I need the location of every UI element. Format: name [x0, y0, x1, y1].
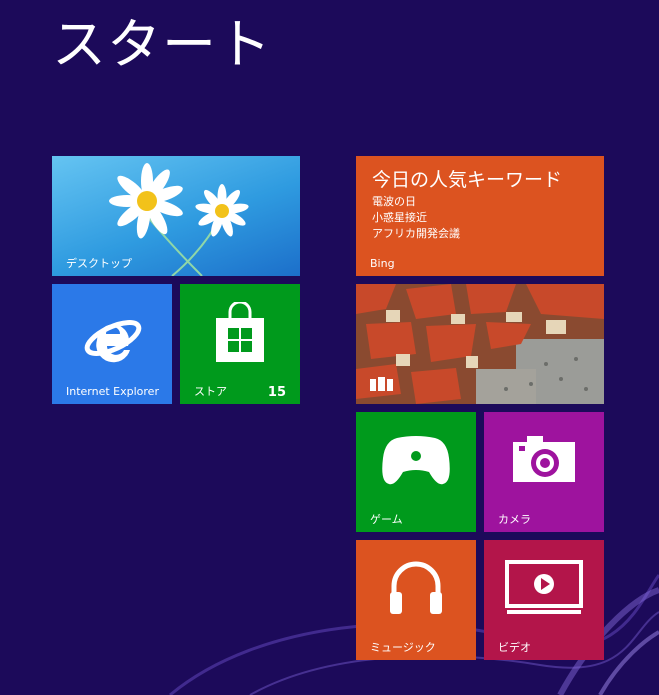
video-player-icon	[505, 560, 583, 614]
bing-keyword: 電波の日	[372, 195, 416, 208]
internet-explorer-tile[interactable]: Internet Explorer	[52, 284, 172, 404]
bing-tile[interactable]: 今日の人気キーワード 電波の日 小惑星接近 アフリカ開発会議 Bing	[356, 156, 604, 276]
camera-tile[interactable]: カメラ	[484, 412, 604, 532]
store-tile[interactable]: ストア 15	[180, 284, 300, 404]
music-tile[interactable]: ミュージック	[356, 540, 476, 660]
bing-keyword: アフリカ開発会議	[372, 227, 460, 240]
video-tile[interactable]: ビデオ	[484, 540, 604, 660]
music-tile-label: ミュージック	[370, 641, 436, 654]
store-bag-icon	[216, 302, 264, 362]
camera-tile-label: カメラ	[498, 513, 531, 526]
bing-tile-label: Bing	[370, 257, 395, 270]
start-screen-title: スタート	[52, 13, 272, 76]
bing-keyword: 小惑星接近	[372, 211, 427, 224]
internet-explorer-icon	[84, 320, 142, 363]
games-tile-label: ゲーム	[370, 513, 403, 526]
store-tile-label: ストア	[194, 385, 227, 398]
desktop-tile-label: デスクトップ	[66, 257, 132, 270]
internet-explorer-label: Internet Explorer	[66, 385, 159, 398]
store-update-badge: 15	[267, 385, 286, 400]
camera-icon	[513, 436, 575, 482]
photos-tile[interactable]	[356, 284, 604, 404]
photos-icon	[370, 377, 393, 391]
headphones-icon	[390, 561, 442, 614]
games-tile[interactable]: ゲーム	[356, 412, 476, 532]
video-tile-label: ビデオ	[498, 641, 531, 654]
desktop-tile[interactable]: デスクトップ	[52, 156, 300, 276]
game-controller-icon	[382, 436, 450, 485]
bing-keyword-list: 電波の日 小惑星接近 アフリカ開発会議	[372, 194, 460, 242]
bing-headline: 今日の人気キーワード	[372, 169, 563, 191]
